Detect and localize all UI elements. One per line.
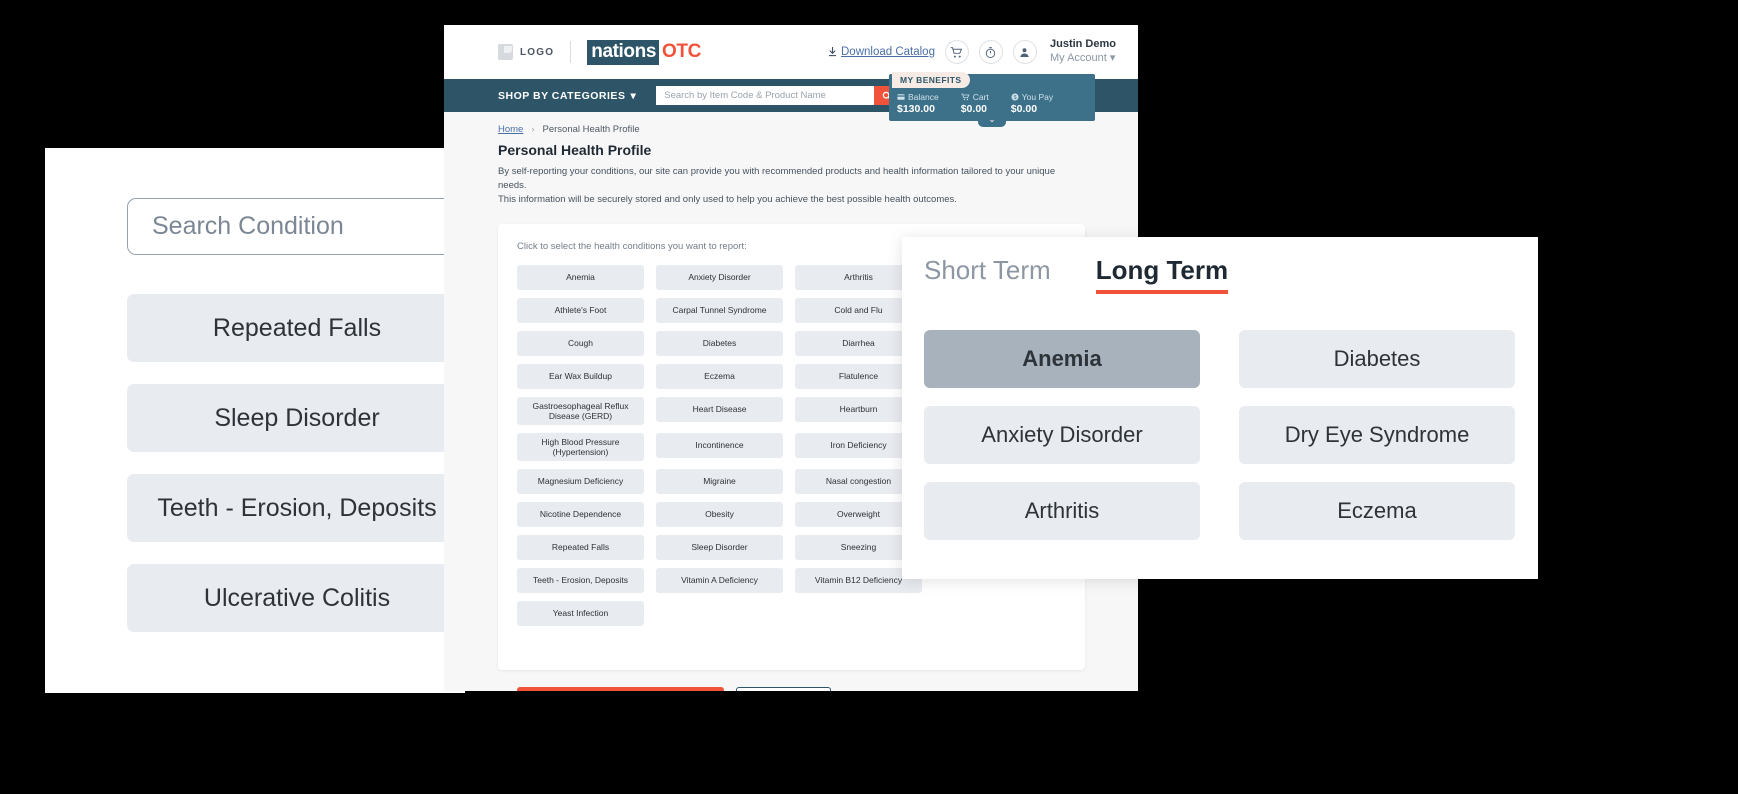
- save-button[interactable]: Save & View Recommended Products: [517, 687, 725, 691]
- header-right-actions: Download Catalog Justin Demo My Account …: [828, 25, 1116, 79]
- condition-chip[interactable]: Nicotine Dependence: [517, 502, 644, 528]
- condition-chip[interactable]: Incontinence: [656, 433, 783, 459]
- cancel-button[interactable]: Cancel: [736, 687, 832, 691]
- benefit-you-pay: $ You Pay $0.00: [1011, 92, 1053, 115]
- condition-chip[interactable]: Athlete's Foot: [517, 298, 644, 324]
- benefit-balance-label: Balance: [897, 92, 939, 102]
- nationsotc-logo[interactable]: nations OTC: [587, 39, 701, 65]
- my-benefits-title: MY BENEFITS: [892, 72, 971, 88]
- account-name: Justin Demo: [1049, 38, 1116, 51]
- breadcrumb-separator: ›: [531, 124, 535, 135]
- tab-long-term[interactable]: Long Term: [1095, 255, 1229, 294]
- benefit-you-pay-value: $0.00: [1010, 103, 1038, 115]
- download-icon: [828, 47, 837, 57]
- page-description: By self-reporting your conditions, our s…: [498, 165, 1058, 206]
- term-condition-chip[interactable]: Anemia: [924, 330, 1200, 388]
- condition-result-item[interactable]: Repeated Falls: [127, 294, 467, 362]
- condition-chip[interactable]: Teeth - Erosion, Deposits: [517, 568, 644, 594]
- condition-chip[interactable]: Diabetes: [656, 331, 783, 357]
- user-avatar-icon[interactable]: [1012, 40, 1037, 64]
- condition-chip[interactable]: Migraine: [656, 469, 783, 495]
- page-title: Personal Health Profile: [498, 142, 652, 158]
- plan-logo-icon: [498, 44, 513, 60]
- condition-chip[interactable]: Sleep Disorder: [656, 535, 783, 561]
- timer-icon[interactable]: [978, 40, 1003, 64]
- tab-short-term[interactable]: Short Term: [924, 255, 1051, 294]
- term-condition-chip[interactable]: Eczema: [1239, 482, 1515, 540]
- brand-nations-text: nations: [587, 39, 660, 65]
- shop-by-categories-menu[interactable]: SHOP BY CATEGORIES ▾: [498, 90, 636, 102]
- breadcrumb-current: Personal Health Profile: [542, 124, 640, 135]
- page-description-line1: By self-reporting your conditions, our s…: [498, 166, 1056, 191]
- brand-otc-text: OTC: [662, 40, 701, 62]
- condition-chip[interactable]: Vitamin A Deficiency: [656, 568, 783, 594]
- condition-chip[interactable]: Gastroesophageal Reflux Disease (GERD): [517, 397, 644, 426]
- benefit-cart-label: Cart: [961, 92, 989, 102]
- benefit-cart: Cart $0.00: [961, 92, 989, 115]
- condition-chip[interactable]: Magnesium Deficiency: [517, 469, 644, 495]
- screenshot-stage: Repeated Falls Sleep Disorder Teeth - Er…: [0, 0, 1738, 794]
- condition-chip[interactable]: Cough: [517, 331, 644, 357]
- condition-chip[interactable]: Anxiety Disorder: [656, 265, 783, 291]
- condition-search-panel: Repeated Falls Sleep Disorder Teeth - Er…: [45, 148, 547, 693]
- cart-icon: [961, 93, 970, 101]
- term-condition-chip[interactable]: Anxiety Disorder: [924, 406, 1200, 464]
- condition-chip[interactable]: Eczema: [656, 364, 783, 390]
- condition-term-overlay: Short Term Long Term Anemia Diabetes Anxie…: [902, 237, 1538, 579]
- condition-result-item[interactable]: Sleep Disorder: [127, 384, 467, 452]
- benefit-balance-value: $130.00: [897, 103, 935, 115]
- download-catalog-label: Download Catalog: [841, 46, 935, 58]
- chevron-down-icon: ▾: [630, 89, 637, 102]
- breadcrumb-home-link[interactable]: Home: [498, 124, 523, 135]
- condition-results-list: Repeated Falls Sleep Disorder Teeth - Er…: [127, 294, 467, 654]
- benefit-you-pay-label: $ You Pay: [1011, 92, 1053, 102]
- term-condition-chip[interactable]: Dry Eye Syndrome: [1239, 406, 1515, 464]
- download-catalog-link[interactable]: Download Catalog: [828, 46, 935, 58]
- dollar-icon: $: [1011, 93, 1019, 101]
- condition-chip[interactable]: Obesity: [656, 502, 783, 528]
- product-search-input[interactable]: [656, 86, 875, 105]
- benefit-balance: Balance $130.00: [897, 92, 939, 115]
- condition-chip[interactable]: Ear Wax Buildup: [517, 364, 644, 390]
- term-tabs: Short Term Long Term: [902, 237, 1538, 294]
- condition-chip[interactable]: Anemia: [517, 265, 644, 291]
- page-description-line2: This information will be securely stored…: [498, 193, 957, 205]
- benefits-columns: Balance $130.00 Cart $0.00 $ You Pay $0.…: [897, 92, 1089, 115]
- term-condition-chip[interactable]: Diabetes: [1239, 330, 1515, 388]
- card-icon: [897, 94, 905, 100]
- logo-group[interactable]: LOGO nations OTC: [498, 39, 701, 65]
- term-condition-chip[interactable]: Arthritis: [924, 482, 1200, 540]
- logo-divider: [570, 41, 572, 63]
- shop-by-categories-label: SHOP BY CATEGORIES: [498, 89, 626, 102]
- cart-icon[interactable]: [944, 40, 969, 64]
- condition-chip[interactable]: Yeast Infection: [517, 601, 644, 627]
- card-actions: Save & View Recommended Products Cancel: [517, 687, 832, 691]
- term-conditions-grid: Anemia Diabetes Anxiety Disorder Dry Eye Sy…: [902, 294, 1538, 540]
- condition-chip[interactable]: Carpal Tunnel Syndrome: [656, 298, 783, 324]
- condition-chip[interactable]: Heart Disease: [656, 397, 783, 423]
- breadcrumb: Home › Personal Health Profile: [498, 124, 1138, 135]
- benefits-collapse-toggle[interactable]: ⌄: [978, 114, 1006, 127]
- product-search: [656, 86, 900, 105]
- condition-chip[interactable]: Repeated Falls: [517, 535, 644, 561]
- condition-chip[interactable]: High Blood Pressure (Hypertension): [517, 433, 644, 462]
- condition-result-item[interactable]: Ulcerative Colitis: [127, 564, 467, 632]
- site-header: LOGO nations OTC Download Catalog Justin…: [444, 25, 1138, 79]
- chevron-down-icon: ⌄: [988, 114, 996, 124]
- logo-placeholder-label: LOGO: [520, 46, 555, 58]
- account-sub-label: My Account ▾: [1049, 52, 1116, 64]
- account-menu[interactable]: Justin Demo My Account ▾: [1050, 38, 1116, 66]
- condition-result-item[interactable]: Teeth - Erosion, Deposits: [127, 474, 467, 542]
